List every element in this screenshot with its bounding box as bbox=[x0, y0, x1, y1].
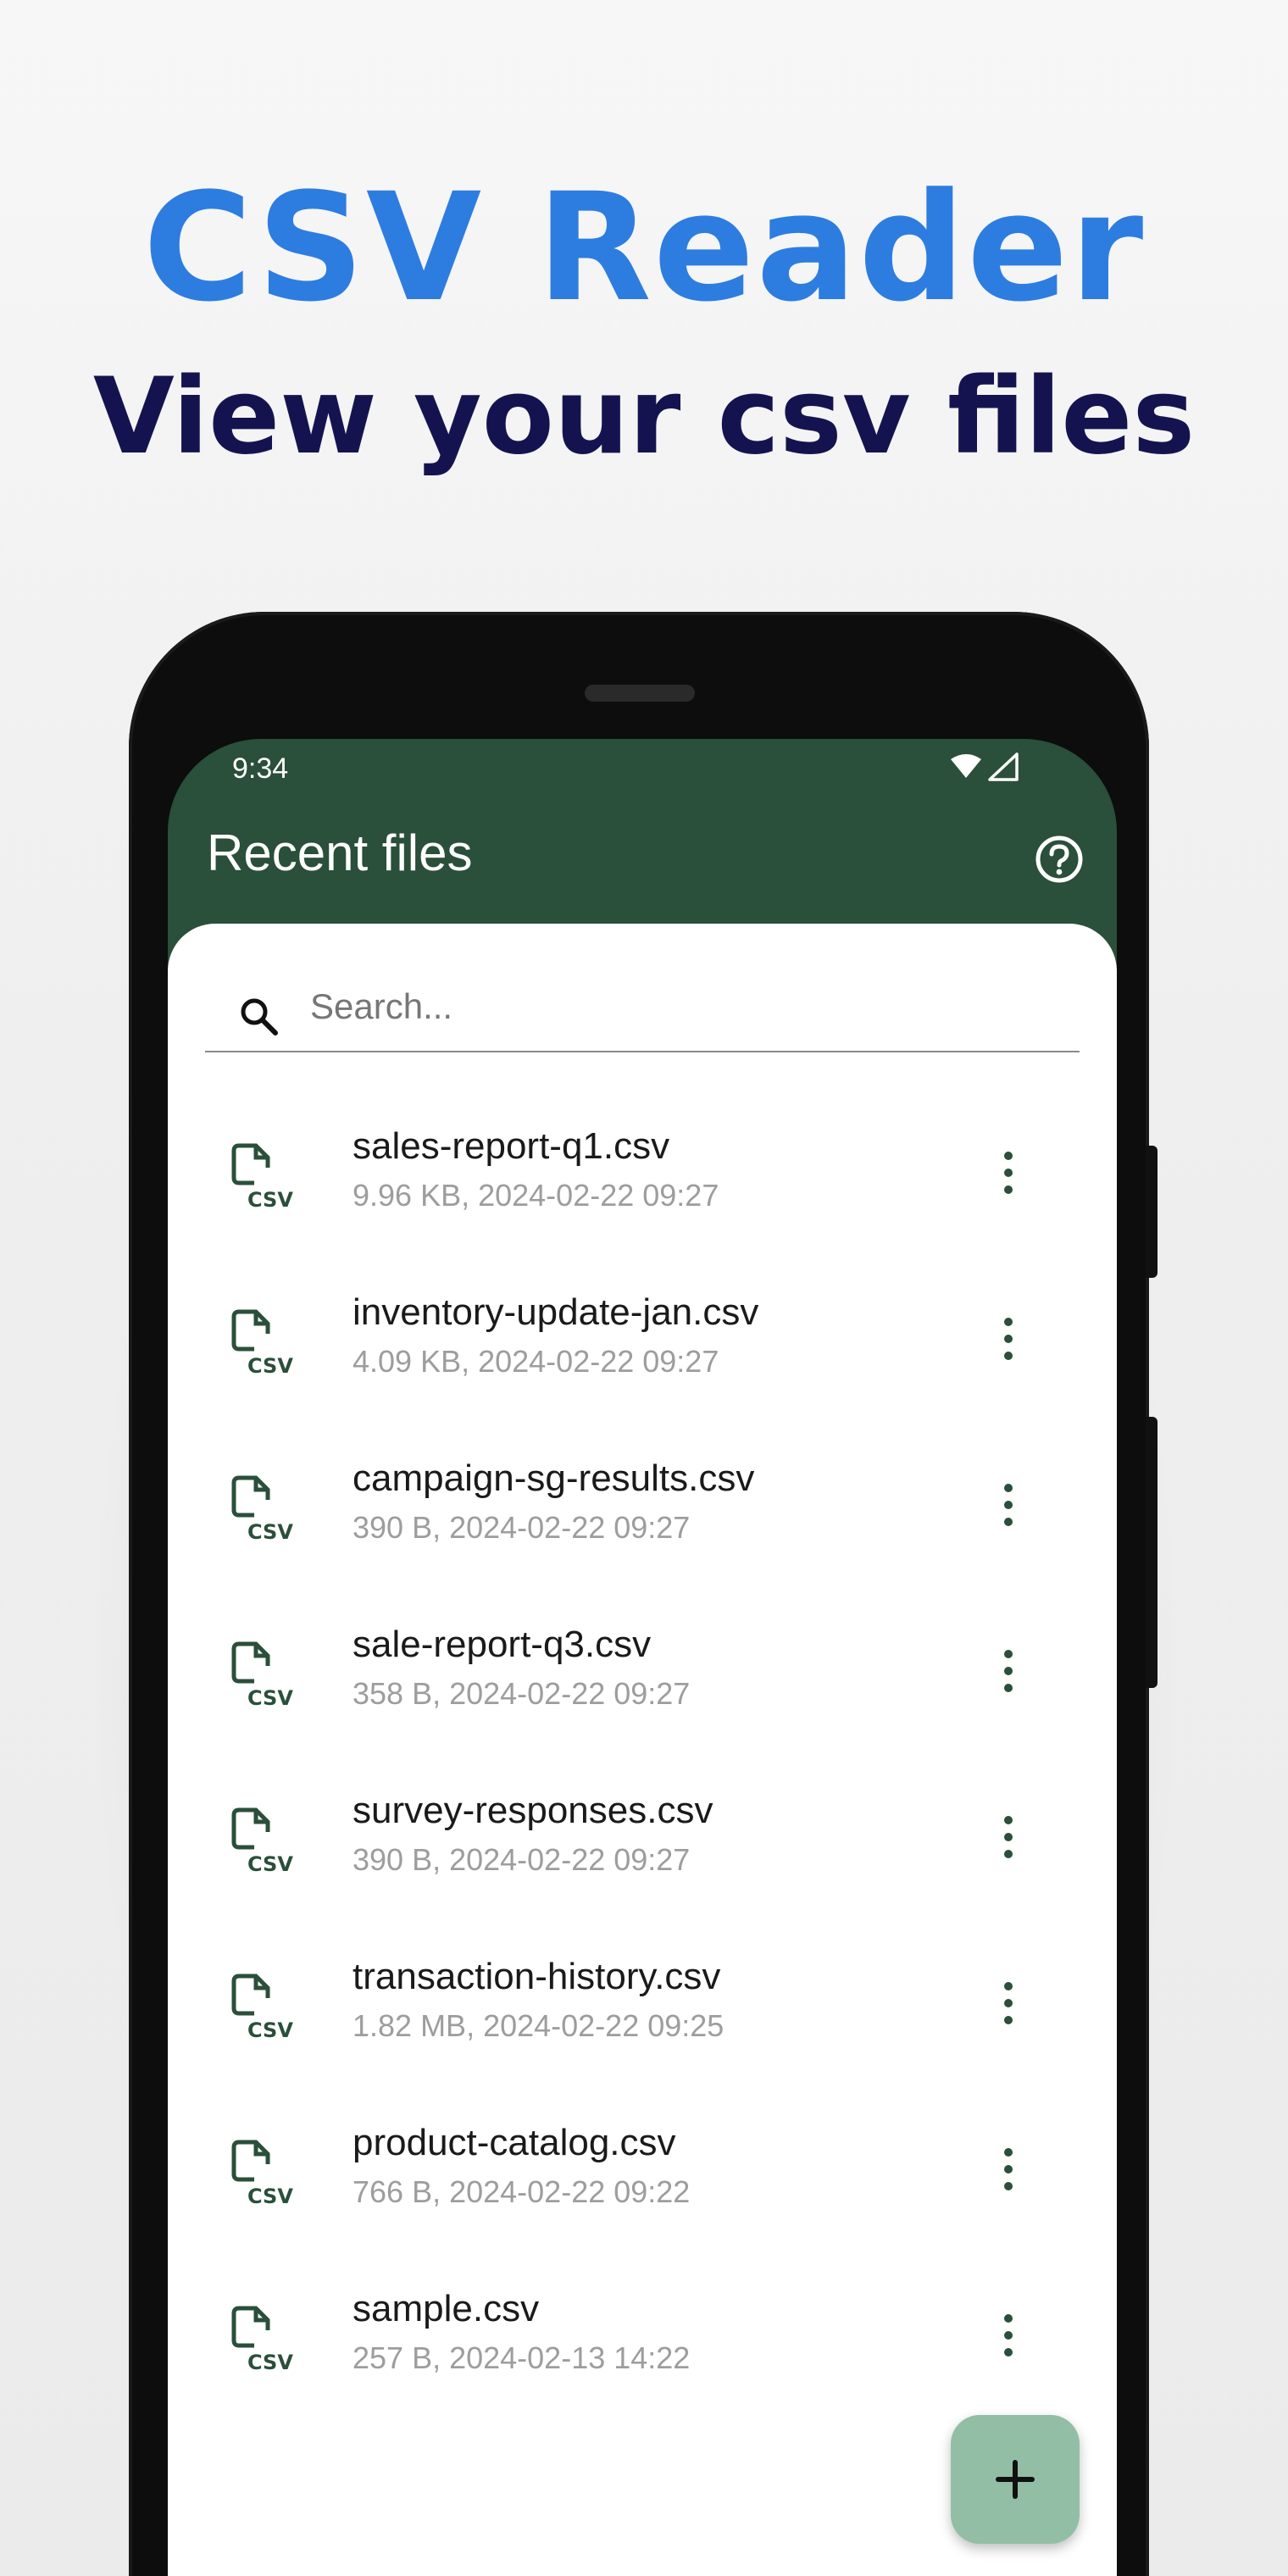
phone-screen: 9:34 Recent files Search... CSV sales-re… bbox=[168, 739, 1117, 2576]
add-file-button[interactable] bbox=[951, 2415, 1080, 2544]
file-meta: 1.82 MB, 2024-02-22 09:25 bbox=[353, 2008, 724, 2043]
svg-text:CSV: CSV bbox=[247, 1354, 293, 1378]
svg-text:CSV: CSV bbox=[247, 2185, 293, 2208]
phone-speaker bbox=[585, 685, 695, 702]
file-list: CSV sales-report-q1.csv 9.96 KB, 2024-02… bbox=[168, 1102, 1117, 2430]
file-name: sample.csv bbox=[353, 2288, 540, 2329]
csv-file-icon: CSV bbox=[231, 1807, 293, 1876]
file-name: survey-responses.csv bbox=[353, 1790, 713, 1831]
help-icon[interactable] bbox=[1034, 834, 1085, 885]
status-icons bbox=[949, 751, 1022, 785]
search-icon bbox=[237, 995, 280, 1037]
more-vert-icon[interactable] bbox=[991, 1480, 1025, 1530]
more-vert-icon[interactable] bbox=[991, 1646, 1025, 1696]
file-name: inventory-update-jan.csv bbox=[353, 1291, 759, 1333]
file-meta: 4.09 KB, 2024-02-22 09:27 bbox=[353, 1344, 719, 1379]
more-vert-icon[interactable] bbox=[991, 2144, 1025, 2195]
list-item[interactable]: CSV inventory-update-jan.csv 4.09 KB, 20… bbox=[168, 1268, 1117, 1434]
plus-icon bbox=[996, 2460, 1035, 2499]
file-name: sale-report-q3.csv bbox=[353, 1624, 652, 1665]
svg-text:CSV: CSV bbox=[247, 2351, 293, 2374]
svg-text:CSV: CSV bbox=[247, 2018, 293, 2042]
phone-volume-button bbox=[1146, 1417, 1158, 1688]
list-item[interactable]: CSV sale-report-q3.csv 358 B, 2024-02-22… bbox=[168, 1600, 1117, 1766]
file-meta: 766 B, 2024-02-22 09:22 bbox=[353, 2174, 691, 2209]
more-vert-icon[interactable] bbox=[991, 1147, 1025, 1198]
csv-file-icon: CSV bbox=[231, 1641, 293, 1710]
list-item[interactable]: CSV sample.csv 257 B, 2024-02-13 14:22 bbox=[168, 2264, 1117, 2430]
more-vert-icon[interactable] bbox=[991, 1812, 1025, 1863]
search-bar bbox=[205, 958, 1080, 1052]
wifi-icon bbox=[951, 754, 981, 778]
hero-title: CSV Reader bbox=[142, 161, 1146, 335]
svg-text:CSV: CSV bbox=[247, 1852, 293, 1876]
hero-subtitle: View your csv files bbox=[92, 356, 1196, 478]
csv-file-icon: CSV bbox=[231, 1475, 293, 1544]
list-item[interactable]: CSV campaign-sg-results.csv 390 B, 2024-… bbox=[168, 1434, 1117, 1600]
csv-file-icon: CSV bbox=[231, 1309, 293, 1378]
svg-text:CSV: CSV bbox=[247, 1686, 293, 1710]
csv-file-icon: CSV bbox=[231, 2306, 293, 2374]
cell-signal-icon bbox=[988, 752, 1019, 781]
file-name: product-catalog.csv bbox=[353, 2122, 676, 2163]
list-item[interactable]: CSV transaction-history.csv 1.82 MB, 202… bbox=[168, 1932, 1117, 2098]
svg-text:CSV: CSV bbox=[247, 1520, 293, 1544]
more-vert-icon[interactable] bbox=[991, 1978, 1025, 2029]
svg-text:CSV: CSV bbox=[247, 1188, 293, 1212]
csv-file-icon: CSV bbox=[231, 1974, 293, 2042]
file-meta: 9.96 KB, 2024-02-22 09:27 bbox=[353, 1178, 719, 1213]
file-meta: 390 B, 2024-02-22 09:27 bbox=[353, 1842, 691, 1877]
status-time: 9:34 bbox=[232, 752, 289, 785]
csv-file-icon: CSV bbox=[231, 2140, 293, 2208]
list-item[interactable]: CSV product-catalog.csv 766 B, 2024-02-2… bbox=[168, 2098, 1117, 2264]
csv-file-icon: CSV bbox=[231, 1143, 293, 1212]
list-item[interactable]: CSV sales-report-q1.csv 9.96 KB, 2024-02… bbox=[168, 1102, 1117, 1268]
file-meta: 390 B, 2024-02-22 09:27 bbox=[353, 1510, 691, 1545]
file-name: sales-report-q1.csv bbox=[353, 1125, 670, 1167]
phone-power-button bbox=[1146, 1146, 1158, 1278]
file-name: transaction-history.csv bbox=[353, 1956, 721, 1997]
more-vert-icon[interactable] bbox=[991, 1313, 1025, 1364]
list-item[interactable]: CSV survey-responses.csv 390 B, 2024-02-… bbox=[168, 1766, 1117, 1932]
file-name: campaign-sg-results.csv bbox=[353, 1457, 755, 1499]
file-meta: 358 B, 2024-02-22 09:27 bbox=[353, 1676, 691, 1711]
more-vert-icon[interactable] bbox=[991, 2310, 1025, 2361]
search-input[interactable] bbox=[310, 976, 1039, 1037]
file-meta: 257 B, 2024-02-13 14:22 bbox=[353, 2340, 691, 2375]
app-bar-title: Recent files bbox=[207, 824, 473, 881]
content-panel: CSV sales-report-q1.csv 9.96 KB, 2024-02… bbox=[168, 924, 1117, 2576]
